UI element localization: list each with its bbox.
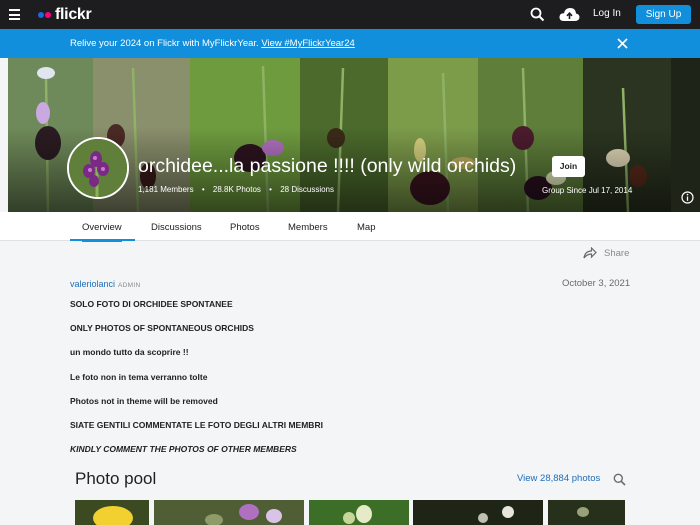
group-since: Group Since Jul 17, 2014 xyxy=(542,186,633,195)
stats-separator: • xyxy=(201,185,205,194)
author-link[interactable]: valeriolanci xyxy=(70,279,115,289)
cover-edge xyxy=(671,58,700,212)
members-count[interactable]: 1,181 Members xyxy=(138,185,194,194)
post-line: Le foto non in tema verranno tolte xyxy=(70,372,208,382)
info-icon[interactable] xyxy=(681,191,694,204)
close-icon[interactable] xyxy=(617,38,628,49)
promo-message: Relive your 2024 on Flickr with MyFlickr… xyxy=(70,38,259,49)
hamburger-icon[interactable] xyxy=(9,9,20,20)
upload-cloud-icon[interactable] xyxy=(559,6,580,22)
group-avatar[interactable] xyxy=(67,137,129,199)
post-line: Photos not in theme will be removed xyxy=(70,396,218,406)
login-link[interactable]: Log In xyxy=(593,8,621,19)
promo-text: Relive your 2024 on Flickr with MyFlickr… xyxy=(70,38,355,49)
signup-button[interactable]: Sign Up xyxy=(636,5,691,24)
logo-text: flickr xyxy=(55,6,92,23)
stats-separator: • xyxy=(269,185,272,194)
view-all-photos-link[interactable]: View 28,884 photos xyxy=(517,473,600,484)
tab-map[interactable]: Map xyxy=(357,222,375,233)
promo-banner: Relive your 2024 on Flickr with MyFlickr… xyxy=(0,29,700,58)
tab-photos[interactable]: Photos xyxy=(230,222,260,233)
pool-photo-thumbnail[interactable] xyxy=(548,500,625,525)
search-icon[interactable] xyxy=(530,7,545,22)
post-line: un mondo tutto da scoprire !! xyxy=(70,347,189,357)
join-button[interactable]: Join xyxy=(552,156,585,177)
pool-photo-thumbnail[interactable] xyxy=(154,500,304,525)
post-line: SIATE GENTILI COMMENTATE LE FOTO DEGLI A… xyxy=(70,420,323,430)
post-line: ONLY PHOTOS OF SPONTANEOUS ORCHIDS xyxy=(70,323,254,333)
post-author: valeriolanci ADMIN xyxy=(70,279,140,289)
search-icon[interactable] xyxy=(613,473,626,486)
post-line: SOLO FOTO DI ORCHIDEE SPONTANEE xyxy=(70,299,233,309)
admin-badge: ADMIN xyxy=(118,282,141,289)
share-button[interactable]: Share xyxy=(583,247,629,259)
active-tab-underline xyxy=(70,239,135,241)
pool-photo-thumbnail[interactable] xyxy=(413,500,543,525)
photo-pool-title: Photo pool xyxy=(75,469,157,488)
group-stats: 1,181 Members • 28.8K Photos • 28 Discus… xyxy=(138,185,340,194)
share-label: Share xyxy=(604,247,630,259)
tab-discussions[interactable]: Discussions xyxy=(151,222,202,233)
pool-photo-thumbnail[interactable] xyxy=(309,500,409,525)
group-tabs: Overview Discussions Photos Members Map xyxy=(0,212,700,242)
promo-link[interactable]: View #MyFlickrYear24 xyxy=(261,38,354,49)
pool-photo-thumbnail[interactable] xyxy=(75,500,149,525)
share-icon xyxy=(583,247,597,259)
top-nav: flickr Log In Sign Up xyxy=(0,0,700,29)
post-line: KINDLY COMMENT THE PHOTOS OF OTHER MEMBE… xyxy=(70,444,297,454)
post-date: October 3, 2021 xyxy=(562,278,631,289)
group-title: orchidee...la passione !!!! (only wild o… xyxy=(138,155,517,177)
photos-count[interactable]: 28.8K Photos xyxy=(213,185,261,194)
flickr-logo[interactable]: flickr xyxy=(38,6,92,24)
tab-members[interactable]: Members xyxy=(288,222,328,233)
discussions-count[interactable]: 28 Discussions xyxy=(280,185,334,194)
